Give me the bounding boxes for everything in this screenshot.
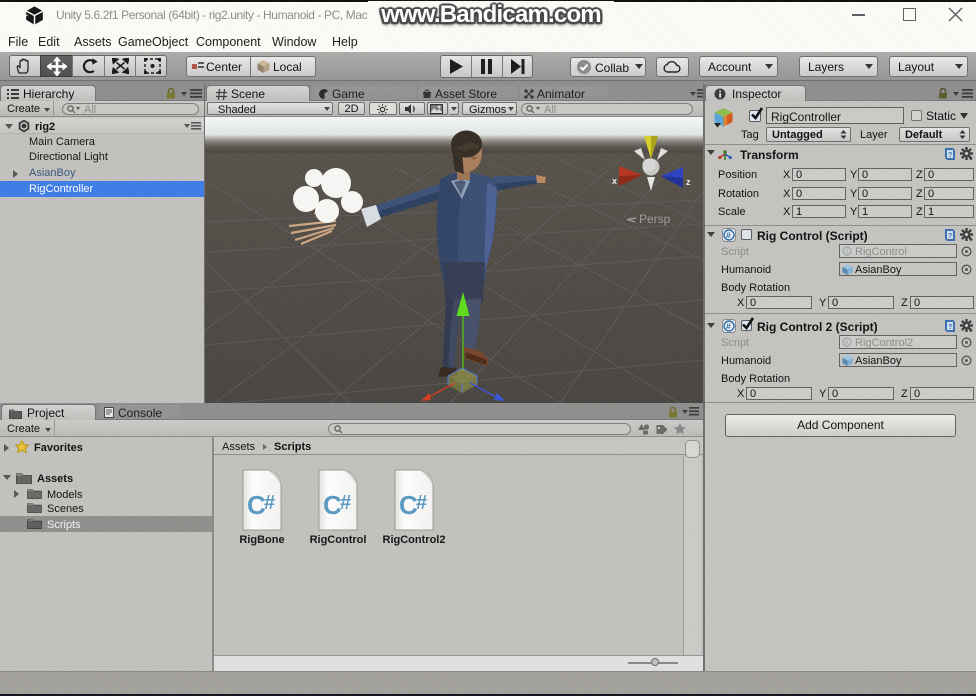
svg-text:#: # bbox=[264, 492, 275, 514]
svg-text:?: ? bbox=[948, 152, 952, 159]
svg-text:x: x bbox=[612, 176, 617, 186]
svg-text:?: ? bbox=[948, 324, 952, 331]
svg-text:#: # bbox=[845, 340, 849, 347]
svg-text:#: # bbox=[845, 249, 849, 256]
svg-text:#: # bbox=[726, 321, 731, 331]
svg-text:#: # bbox=[726, 230, 731, 240]
svg-text:z: z bbox=[686, 177, 691, 187]
svg-text:#: # bbox=[340, 492, 351, 514]
svg-text:Persp: Persp bbox=[639, 212, 671, 226]
svg-text:?: ? bbox=[948, 233, 952, 240]
svg-text:#: # bbox=[416, 492, 427, 514]
